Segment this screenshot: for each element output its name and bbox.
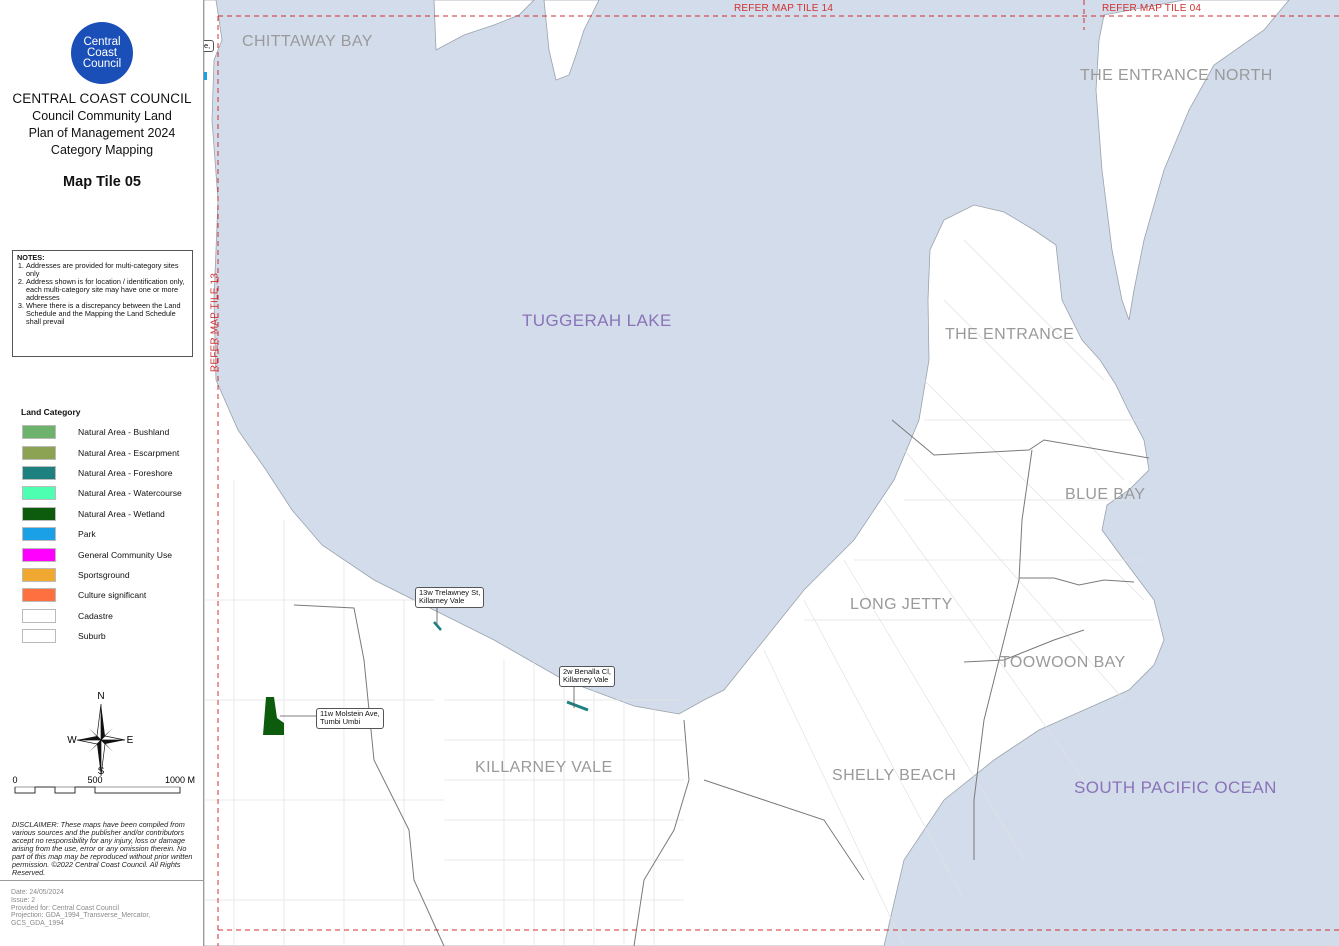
logo-text-2: Coast bbox=[86, 46, 118, 59]
legend-swatch bbox=[22, 425, 56, 440]
council-logo: Central Coast Council bbox=[71, 22, 133, 84]
map-svg bbox=[204, 0, 1339, 946]
meta-provided: Provided for: Central Coast Council bbox=[11, 904, 120, 912]
compass-e: E bbox=[127, 735, 134, 746]
label-shelly-beach: SHELLY BEACH bbox=[832, 767, 957, 784]
legend-label: Sportsground bbox=[78, 569, 130, 580]
label-tuggerah-lake: TUGGERAH LAKE bbox=[522, 311, 672, 330]
legend-label: Suburb bbox=[78, 631, 106, 642]
legend-label: Natural Area - Escarpment bbox=[78, 447, 180, 458]
callout-benalla[interactable]: 2w Benalla Cl, Killarney Vale bbox=[559, 666, 615, 687]
legend-swatch bbox=[22, 588, 56, 603]
legend-item: Natural Area - Watercourse bbox=[22, 483, 202, 503]
refer-tile-14-label: REFER MAP TILE 14 bbox=[734, 3, 834, 14]
scale-bar: 0 500 1000 M bbox=[12, 775, 195, 794]
label-killarney-vale: KILLARNEY VALE bbox=[475, 759, 613, 776]
notes-box: NOTES: Addresses are provided for multi-… bbox=[12, 250, 193, 357]
legend-swatch bbox=[22, 629, 56, 644]
legend-item: Natural Area - Bushland bbox=[22, 422, 202, 442]
legend-swatch bbox=[22, 506, 56, 521]
refer-tile-13-label: REFER MAP TILE 13 bbox=[209, 272, 221, 373]
legend-panel: Central Coast Council CENTRAL COAST COUN… bbox=[0, 0, 204, 946]
legend-item: Natural Area - Wetland bbox=[22, 504, 202, 524]
note-item-1: Addresses are provided for multi-categor… bbox=[26, 262, 188, 278]
legend-item: Natural Area - Foreshore bbox=[22, 463, 202, 483]
council-name: CENTRAL COAST COUNCIL bbox=[12, 91, 192, 106]
callout-edge-fragment: e, bbox=[204, 40, 215, 53]
legend-swatch bbox=[22, 608, 56, 623]
legend-item: Sportsground bbox=[22, 565, 202, 585]
map-canvas[interactable]: REFER MAP TILE 14 REFER MAP TILE 04 REFE… bbox=[204, 0, 1339, 946]
compass-w: W bbox=[67, 735, 77, 746]
legend-label: General Community Use bbox=[78, 549, 173, 560]
label-chittaway-bay: CHITTAWAY BAY bbox=[242, 33, 373, 50]
logo-text-1: Central bbox=[83, 35, 121, 48]
legend-list: Natural Area - Bushland Natural Area - Es… bbox=[22, 422, 202, 646]
legend-label: Natural Area - Foreshore bbox=[78, 467, 173, 478]
scale-mid: 500 bbox=[87, 775, 102, 785]
legend-swatch bbox=[22, 465, 56, 480]
note-item-2: Address shown is for location / identifi… bbox=[26, 278, 188, 302]
meta-gcs: GCS_GDA_1994 bbox=[11, 920, 64, 928]
legend-swatch bbox=[22, 445, 56, 460]
legend-item: General Community Use bbox=[22, 544, 202, 564]
legend-item: Suburb bbox=[22, 626, 202, 646]
label-the-entrance: THE ENTRANCE bbox=[945, 326, 1075, 343]
note-item-3: Where there is a discrepancy between the… bbox=[26, 302, 188, 326]
map-metadata: Date: 24/05/2024 Issue: 2 Provided for: … bbox=[11, 889, 196, 928]
callout-molstein-line2: Tumbi Umbi bbox=[320, 717, 361, 727]
title-line-4: Category Mapping bbox=[50, 143, 154, 157]
compass-n: N bbox=[97, 691, 104, 702]
scale-max: 1000 M bbox=[165, 775, 195, 785]
legend-label: Natural Area - Wetland bbox=[78, 508, 165, 519]
meta-date: Date: 24/05/2024 bbox=[11, 889, 64, 896]
legend-label: Natural Area - Watercourse bbox=[78, 488, 182, 499]
label-south-pacific-ocean: SOUTH PACIFIC OCEAN bbox=[1074, 778, 1277, 797]
callout-molstein[interactable]: 11w Molstein Ave, Tumbi Umbi bbox=[316, 708, 384, 729]
disclaimer-text: DISCLAIMER: These maps have been compile… bbox=[12, 820, 193, 877]
callout-trelawney[interactable]: 13w Trelawney St, Killarney Vale bbox=[415, 587, 485, 608]
legend-label: Natural Area - Bushland bbox=[78, 427, 170, 438]
logo-text-3: Council bbox=[82, 57, 122, 70]
compass-star-icon bbox=[76, 703, 126, 777]
legend-item: Culture significant bbox=[22, 585, 202, 605]
title-line-3: Plan of Management 2024 bbox=[28, 126, 176, 140]
meta-projection: Projection: GDA_1994_Transverse_Mercator… bbox=[11, 912, 151, 920]
legend-swatch bbox=[22, 547, 56, 562]
label-entrance-north: THE ENTRANCE NORTH bbox=[1080, 67, 1273, 84]
legend-swatch bbox=[22, 527, 56, 542]
legend-item: Cadastre bbox=[22, 606, 202, 626]
title-line-2: Council Community Land bbox=[32, 109, 172, 123]
label-long-jetty: LONG JETTY bbox=[850, 596, 953, 613]
legend-swatch bbox=[22, 567, 56, 582]
legend-item: Natural Area - Escarpment bbox=[22, 442, 202, 462]
legend-label: Park bbox=[78, 529, 96, 540]
north-arrow: N S E W bbox=[67, 691, 134, 777]
legend-label: Cadastre bbox=[78, 610, 113, 621]
label-toowoon-bay: TOOWOON BAY bbox=[1000, 654, 1126, 671]
scale-zero: 0 bbox=[12, 775, 17, 785]
callout-trelawney-line2: Killarney Vale bbox=[419, 596, 465, 606]
legend-item: Park bbox=[22, 524, 202, 544]
label-blue-bay: BLUE BAY bbox=[1065, 486, 1146, 503]
legend-label: Culture significant bbox=[78, 590, 147, 601]
meta-issue: Issue: 2 bbox=[11, 896, 36, 904]
park-fragment bbox=[204, 72, 207, 80]
refer-tile-04-label: REFER MAP TILE 04 bbox=[1102, 3, 1202, 14]
title-block: CENTRAL COAST COUNCIL Council Community … bbox=[0, 91, 204, 159]
legend-swatch bbox=[22, 486, 56, 501]
panel-divider bbox=[0, 880, 204, 881]
map-tile-title: Map Tile 05 bbox=[63, 174, 141, 190]
callout-benalla-line2: Killarney Vale bbox=[563, 675, 609, 685]
legend-title: Land Category bbox=[21, 407, 81, 417]
